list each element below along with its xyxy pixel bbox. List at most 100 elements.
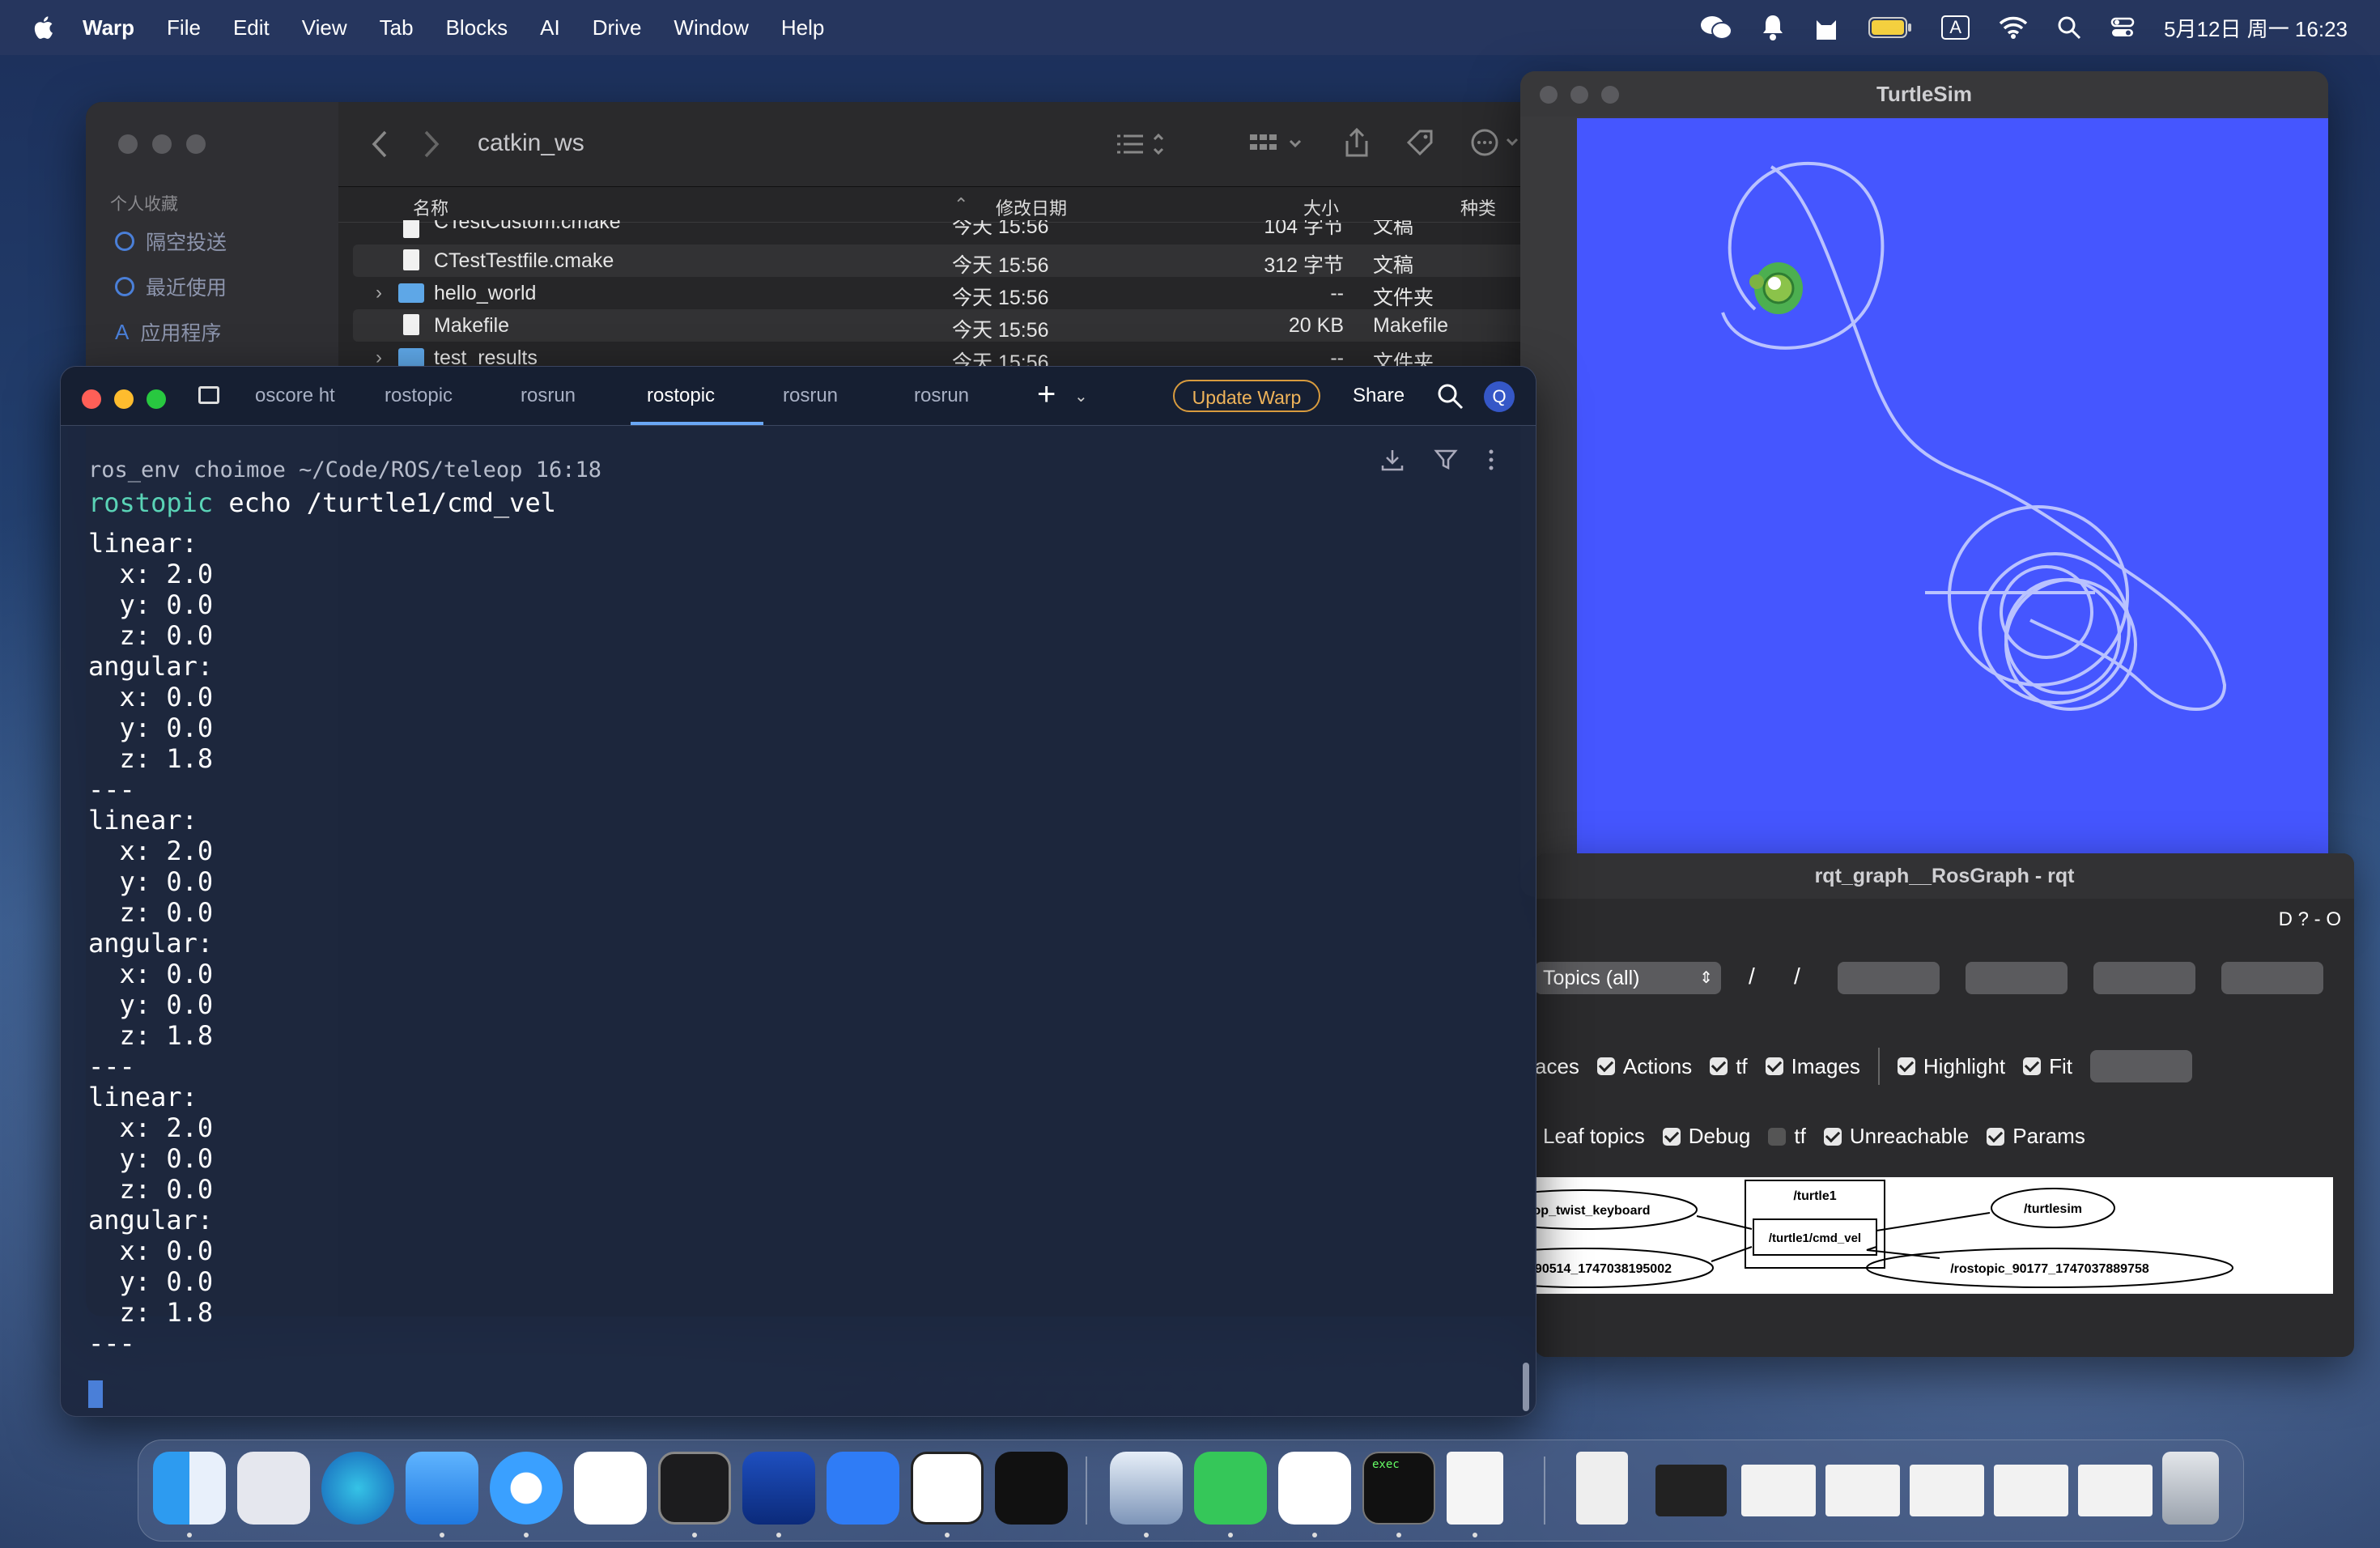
tab-rostopic-1[interactable]: rostopic bbox=[385, 385, 453, 407]
mail-icon[interactable] bbox=[406, 1452, 478, 1525]
notion-icon[interactable] bbox=[911, 1452, 984, 1525]
edge-icon[interactable] bbox=[321, 1452, 394, 1525]
vscode-icon[interactable] bbox=[574, 1452, 647, 1525]
highlight-checkbox[interactable] bbox=[1897, 1057, 1915, 1075]
terminal-block[interactable]: ros_env choimoe ~/Code/ROS/teleop 16:18 … bbox=[88, 457, 601, 1359]
finder-icon[interactable] bbox=[153, 1452, 226, 1525]
minimized-window-7[interactable] bbox=[2078, 1465, 2153, 1516]
table-row[interactable]: CTestTestfile.cmake 今天 15:56 312 字节 文稿 bbox=[353, 245, 1551, 277]
minimize-button[interactable] bbox=[114, 389, 134, 409]
node-rostopic-right[interactable]: /rostopic_90177_1747037889758 bbox=[1950, 1262, 2149, 1276]
sort-chevron-icon[interactable]: ⌃ bbox=[954, 194, 968, 215]
new-tab-icon[interactable]: + bbox=[1037, 376, 1056, 413]
sidebar-toggle-icon[interactable] bbox=[198, 386, 219, 404]
battery-icon[interactable] bbox=[1868, 17, 1912, 38]
rqt-title-controls[interactable]: D ? - O bbox=[2279, 908, 2341, 931]
zoom-button[interactable] bbox=[1601, 86, 1619, 104]
avatar[interactable]: Q bbox=[1484, 381, 1515, 412]
minimized-window-2[interactable] bbox=[1655, 1465, 1727, 1516]
menu-clock[interactable]: 5月12日 周一 16:23 bbox=[2164, 13, 2348, 43]
params-checkbox[interactable] bbox=[1987, 1127, 2005, 1146]
minimized-window-4[interactable] bbox=[1825, 1465, 1900, 1516]
tab-rostopic-active[interactable]: rostopic bbox=[647, 385, 715, 407]
safari-icon[interactable] bbox=[490, 1452, 563, 1525]
menu-blocks[interactable]: Blocks bbox=[446, 15, 508, 40]
chevron-down-icon[interactable]: ⌄ bbox=[1074, 386, 1088, 406]
sidebar-item-applications[interactable]: A 应用程序 bbox=[115, 317, 221, 347]
unreachable-checkbox[interactable] bbox=[1823, 1127, 1842, 1146]
tab-roscore[interactable]: oscore ht bbox=[255, 385, 335, 407]
search-icon[interactable] bbox=[1437, 383, 1464, 410]
menu-drive[interactable]: Drive bbox=[593, 15, 642, 40]
list-view-icon[interactable] bbox=[1116, 131, 1167, 157]
update-warp-button[interactable]: Update Warp bbox=[1173, 380, 1320, 412]
qq-icon[interactable] bbox=[1278, 1452, 1351, 1525]
things-icon[interactable] bbox=[827, 1452, 899, 1525]
menu-file[interactable]: File bbox=[167, 15, 201, 40]
document-icon[interactable] bbox=[1447, 1452, 1503, 1525]
namespace-turtle1[interactable]: /turtle1 bbox=[1793, 1189, 1836, 1203]
minimized-window-3[interactable] bbox=[1741, 1465, 1816, 1516]
disclosure-chevron-icon[interactable]: › bbox=[376, 282, 382, 304]
images-checkbox[interactable] bbox=[1765, 1057, 1783, 1075]
kebab-menu-icon[interactable] bbox=[1487, 448, 1495, 472]
node-keyboard[interactable]: op_twist_keyboard bbox=[1535, 1204, 1650, 1218]
menu-tab[interactable]: Tab bbox=[380, 15, 414, 40]
minimized-window-6[interactable] bbox=[1994, 1465, 2068, 1516]
menu-help[interactable]: Help bbox=[781, 15, 824, 40]
tf2-checkbox[interactable] bbox=[1768, 1127, 1787, 1146]
trash-icon[interactable] bbox=[2162, 1452, 2219, 1525]
filter-icon[interactable] bbox=[1434, 448, 1458, 472]
menu-ai[interactable]: AI bbox=[540, 15, 560, 40]
tag-icon[interactable] bbox=[1404, 126, 1436, 159]
table-row[interactable]: › hello_world 今天 15:56 -- 文件夹 bbox=[353, 277, 1551, 309]
scrollbar[interactable] bbox=[1523, 1363, 1529, 1411]
spotlight-icon[interactable] bbox=[2057, 15, 2081, 40]
menu-edit[interactable]: Edit bbox=[233, 15, 270, 40]
input-cursor[interactable] bbox=[88, 1380, 103, 1408]
close-button[interactable] bbox=[82, 389, 101, 409]
topic-filter-input[interactable] bbox=[1966, 962, 2068, 994]
sidebar-item-airdrop[interactable]: 隔空投送 bbox=[115, 227, 227, 256]
refresh-button[interactable] bbox=[2089, 1050, 2192, 1082]
warp-icon[interactable] bbox=[742, 1452, 815, 1525]
launchpad-icon[interactable] bbox=[237, 1452, 310, 1525]
control-center-icon[interactable] bbox=[2110, 15, 2135, 40]
forward-icon[interactable] bbox=[423, 130, 440, 159]
tab-rosrun-1[interactable]: rosrun bbox=[521, 385, 576, 407]
column-date[interactable]: 修改日期 bbox=[996, 194, 1067, 220]
minimized-document-1[interactable] bbox=[1576, 1452, 1628, 1525]
zoom-button[interactable] bbox=[147, 389, 166, 409]
tab-rosrun-3[interactable]: rosrun bbox=[914, 385, 969, 407]
topic-cmd-vel[interactable]: /turtle1/cmd_vel bbox=[1769, 1231, 1861, 1245]
ns-filter-input[interactable] bbox=[1838, 962, 1940, 994]
terminal-icon[interactable]: exec bbox=[1362, 1452, 1435, 1525]
column-kind[interactable]: 种类 bbox=[1460, 194, 1496, 220]
wifi-icon[interactable] bbox=[1999, 16, 2028, 39]
unity-icon[interactable] bbox=[995, 1452, 1068, 1525]
share-icon[interactable] bbox=[1342, 126, 1371, 159]
tab-rosrun-2[interactable]: rosrun bbox=[783, 385, 838, 407]
menu-app-name[interactable]: Warp bbox=[83, 15, 134, 40]
filter-input-3[interactable] bbox=[2093, 962, 2195, 994]
back-icon[interactable] bbox=[371, 130, 389, 159]
node-rostopic-left[interactable]: _90514_1747038195002 bbox=[1535, 1262, 1672, 1276]
group-icon[interactable] bbox=[1248, 131, 1307, 157]
preview-icon[interactable] bbox=[1110, 1452, 1183, 1525]
debug-checkbox[interactable] bbox=[1662, 1127, 1681, 1146]
filter-input-4[interactable] bbox=[2221, 962, 2323, 994]
zoom-button[interactable] bbox=[186, 134, 206, 154]
menu-view[interactable]: View bbox=[302, 15, 347, 40]
ros-graph-canvas[interactable]: op_twist_keyboard _90514_1747038195002 /… bbox=[1535, 1177, 2333, 1294]
tf-checkbox[interactable] bbox=[1710, 1057, 1728, 1075]
sidebar-item-recents[interactable]: 最近使用 bbox=[115, 272, 227, 301]
topics-filter-combo[interactable]: Topics (all) ⇕ bbox=[1535, 962, 1721, 994]
more-icon[interactable] bbox=[1470, 128, 1522, 157]
activity-monitor-icon[interactable] bbox=[658, 1452, 731, 1525]
table-row[interactable]: Makefile 今天 15:56 20 KB Makefile bbox=[353, 309, 1551, 342]
close-button[interactable] bbox=[118, 134, 138, 154]
table-row[interactable]: CTestCustom.cmake 今天 15:56 104 字节 文稿 bbox=[353, 220, 1551, 241]
close-button[interactable] bbox=[1540, 86, 1558, 104]
column-name[interactable]: 名称 bbox=[413, 194, 448, 220]
share-button[interactable]: Share bbox=[1353, 385, 1405, 407]
